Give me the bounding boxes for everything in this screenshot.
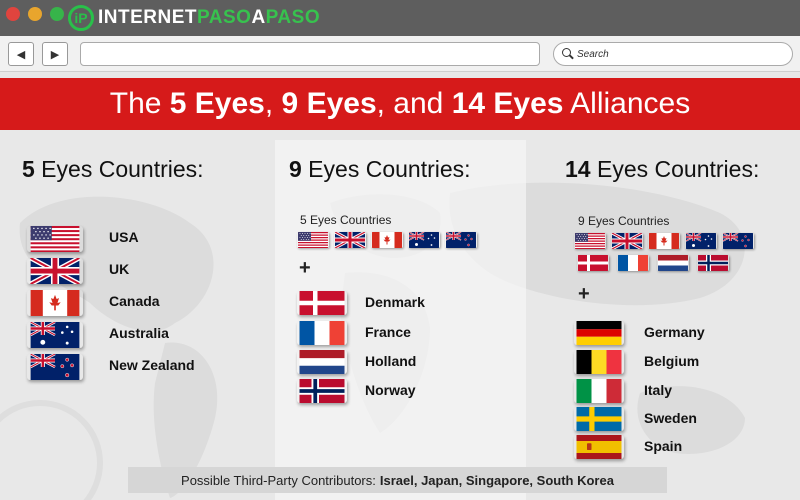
five-eyes-panel: 5 Eyes Countries: USA UK Canada Australi… xyxy=(0,140,258,500)
new-zealand-flag-icon xyxy=(27,354,83,380)
australia-flag-icon xyxy=(408,232,440,248)
new-zealand-flag-icon xyxy=(722,233,754,249)
canada-flag-icon xyxy=(648,233,680,249)
address-bar[interactable] xyxy=(80,42,540,66)
australia-flag-icon xyxy=(685,233,717,249)
country-name: Australia xyxy=(109,325,169,341)
country-name: Denmark xyxy=(365,294,425,310)
site-logo-text: INTERNETPASOAPASO xyxy=(98,7,321,28)
sweden-flag-icon xyxy=(574,407,624,431)
search-input[interactable]: Search xyxy=(553,42,793,66)
country-name: Italy xyxy=(644,382,673,398)
usa-flag-icon xyxy=(297,232,329,248)
footer-label: Possible Third-Party Contributors: xyxy=(181,472,376,488)
uk-flag-icon xyxy=(27,258,83,284)
infographic: The 5 Eyes, 9 Eyes, and 14 Eyes Alliance… xyxy=(0,73,800,500)
country-name: Germany xyxy=(644,324,705,340)
nine-eyes-title: 9 Eyes Countries: xyxy=(289,156,471,182)
close-window-button[interactable] xyxy=(6,7,20,21)
italy-flag-icon xyxy=(574,379,624,403)
maximize-window-button[interactable] xyxy=(50,7,64,21)
nine-eyes-panel: 9 Eyes Countries: 5 Eyes Countries + Den… xyxy=(275,140,526,500)
uk-flag-icon xyxy=(611,233,643,249)
third-party-contributors: Possible Third-Party Contributors: Israe… xyxy=(128,467,667,493)
denmark-flag-icon xyxy=(297,291,347,315)
five-eyes-title: 5 Eyes Countries: xyxy=(22,156,204,182)
france-flag-icon xyxy=(297,321,347,345)
title-banner: The 5 Eyes, 9 Eyes, and 14 Eyes Alliance… xyxy=(0,78,800,130)
fourteen-eyes-sub-label: 9 Eyes Countries xyxy=(578,214,670,228)
canada-flag-icon xyxy=(27,290,83,316)
holland-flag-icon xyxy=(297,350,347,374)
forward-arrow-icon: ▶ xyxy=(50,48,60,61)
browser-titlebar: iP INTERNETPASOAPASO xyxy=(0,0,800,36)
plus-sign: + xyxy=(299,257,311,279)
norway-flag-icon xyxy=(297,379,347,403)
country-name: Sweden xyxy=(644,410,697,426)
usa-flag-icon xyxy=(27,226,83,252)
australia-flag-icon xyxy=(27,322,83,348)
nine-eyes-sub-label: 5 Eyes Countries xyxy=(300,213,392,227)
search-placeholder: Search xyxy=(577,48,609,60)
plus-sign: + xyxy=(578,283,590,305)
belgium-flag-icon xyxy=(574,350,624,374)
site-logo-icon: iP xyxy=(68,5,94,31)
country-name: New Zealand xyxy=(109,357,195,373)
browser-toolbar: ◀ ▶ Search xyxy=(0,36,800,72)
search-icon xyxy=(562,48,574,60)
country-name: France xyxy=(365,324,411,340)
back-arrow-icon: ◀ xyxy=(16,48,26,61)
country-name: Spain xyxy=(644,438,683,454)
germany-flag-icon xyxy=(574,321,624,345)
site-logo[interactable]: iP INTERNETPASOAPASO xyxy=(68,4,320,32)
usa-flag-icon xyxy=(574,233,606,249)
country-name: Norway xyxy=(365,382,416,398)
country-name: Belgium xyxy=(644,353,700,369)
forward-button[interactable]: ▶ xyxy=(42,42,68,66)
holland-flag-icon xyxy=(657,255,689,271)
denmark-flag-icon xyxy=(577,255,609,271)
new-zealand-flag-icon xyxy=(445,232,477,248)
norway-flag-icon xyxy=(697,255,729,271)
country-name: UK xyxy=(109,261,130,277)
banner-title: The 5 Eyes, 9 Eyes, and 14 Eyes Alliance… xyxy=(109,87,691,120)
france-flag-icon xyxy=(617,255,649,271)
fourteen-eyes-title: 14 Eyes Countries: xyxy=(565,156,760,182)
fourteen-eyes-panel: 14 Eyes Countries: 9 Eyes Countries + Ge… xyxy=(547,140,800,500)
back-button[interactable]: ◀ xyxy=(8,42,34,66)
spain-flag-icon xyxy=(574,435,624,459)
canada-flag-icon xyxy=(371,232,403,248)
uk-flag-icon xyxy=(334,232,366,248)
country-name: USA xyxy=(109,229,139,245)
minimize-window-button[interactable] xyxy=(28,7,42,21)
footer-value: Israel, Japan, Singapore, South Korea xyxy=(379,472,614,488)
country-name: Holland xyxy=(365,353,417,369)
country-name: Canada xyxy=(109,293,160,309)
